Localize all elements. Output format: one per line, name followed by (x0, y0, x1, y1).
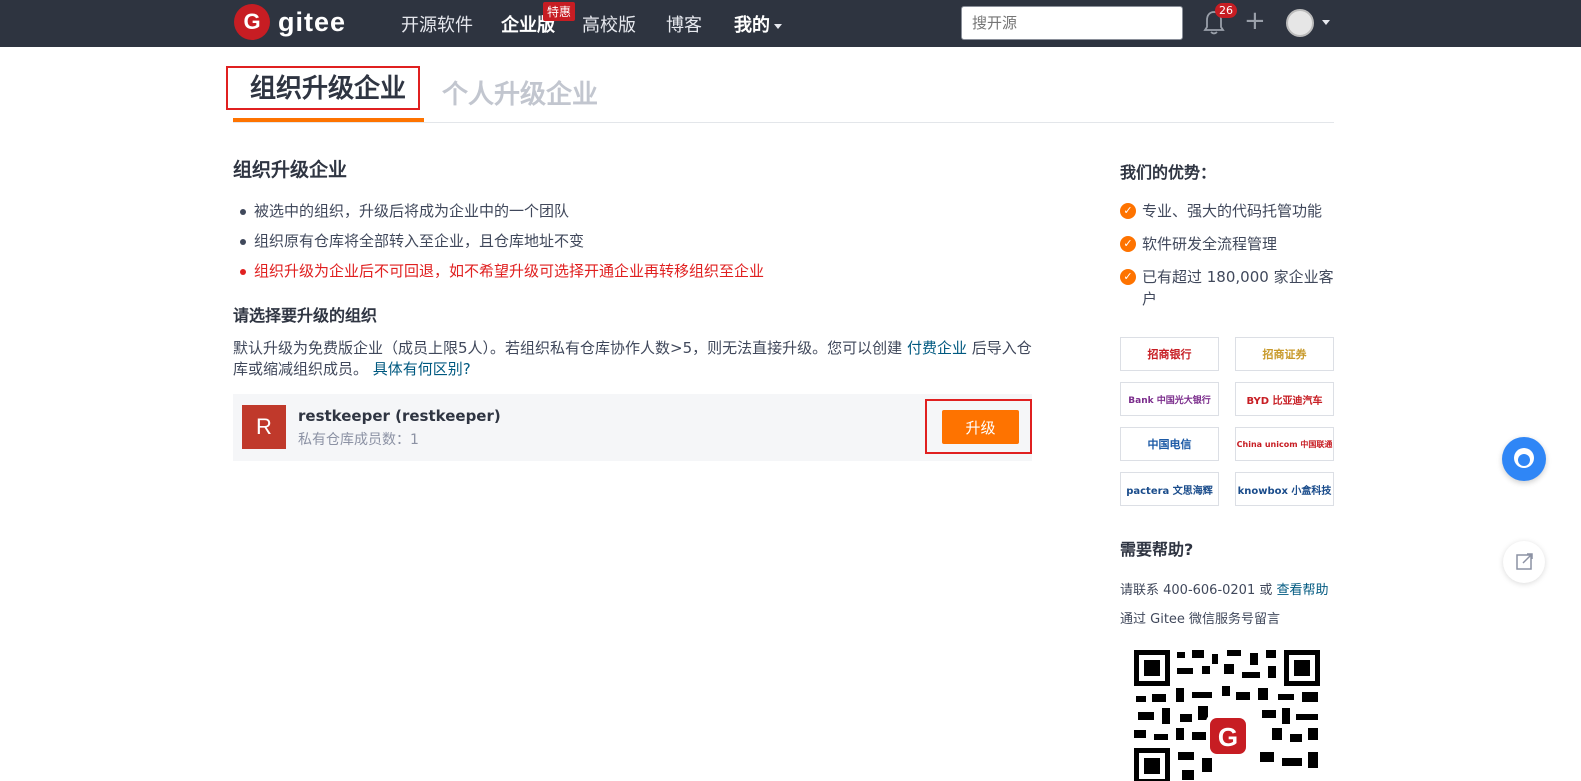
org-member-count: 私有仓库成员数：1 (298, 432, 419, 448)
customer-service-button[interactable] (1502, 437, 1546, 481)
telecom-logo: 中国电信 (1120, 427, 1219, 461)
select-org-title: 请选择要升级的组织 (233, 306, 378, 325)
user-avatar[interactable] (1286, 9, 1314, 37)
svg-text:G: G (1218, 722, 1238, 752)
org-avatar: R (242, 405, 286, 449)
advantage-item: ✓ 软件研发全流程管理 (1120, 233, 1340, 255)
advantages-title: 我们的优势： (1120, 163, 1217, 182)
advantage-item: ✓ 专业、强大的代码托管功能 (1120, 200, 1340, 222)
knowbox-logo: knowbox 小盒科技 (1235, 472, 1334, 506)
org-row: R restkeeper (restkeeper) 私有仓库成员数：1 (233, 394, 1032, 461)
help-title: 需要帮助? (1120, 540, 1194, 559)
advantage-item: ✓ 已有超过 180,000 家企业客户 (1120, 266, 1340, 310)
feedback-button[interactable] (1503, 541, 1545, 583)
nav-blog[interactable]: 博客 (666, 11, 702, 37)
gitee-logo[interactable]: G gitee (234, 4, 346, 40)
nav-mine[interactable]: 我的 (734, 11, 782, 37)
top-navbar: G gitee 开源软件 企业版 特惠 高校版 博客 我的 26 + (0, 0, 1581, 47)
org-name: restkeeper (restkeeper) (298, 407, 501, 425)
unicom-logo: China unicom 中国联通 (1235, 427, 1334, 461)
view-help-link[interactable]: 查看帮助 (1277, 583, 1329, 598)
tab-personal-upgrade[interactable]: 个人升级企业 (442, 74, 598, 111)
chat-bubble-icon (1514, 448, 1534, 468)
gitee-logo-text: gitee (278, 6, 347, 37)
help-wechat: 通过 Gitee 微信服务号留言 (1120, 612, 1281, 627)
hot-deal-badge: 特惠 (543, 2, 576, 21)
nav-education[interactable]: 高校版 (582, 11, 636, 37)
upgrade-button[interactable]: 升级 (942, 410, 1019, 444)
pactera-logo: pactera 文思海辉 (1120, 472, 1219, 506)
edit-share-icon (1516, 553, 1533, 570)
paid-enterprise-link[interactable]: 付费企业 (907, 339, 967, 357)
tab-divider (233, 122, 1334, 123)
plus-icon[interactable]: + (1244, 8, 1266, 34)
byd-logo: BYD 比亚迪汽车 (1235, 382, 1334, 416)
section-title: 组织升级企业 (233, 159, 348, 181)
note-item: 组织原有仓库将全部转入至企业，且仓库地址不变 (238, 230, 764, 260)
check-icon: ✓ (1120, 236, 1136, 252)
help-contact: 请联系 400-606-0201 或 查看帮助 (1120, 583, 1329, 598)
desc-text-1: 默认升级为免费版企业（成员上限5人）。若组织私有仓库协作人数>5，则无法直接升级… (233, 339, 907, 357)
nav-open-source[interactable]: 开源软件 (401, 11, 473, 37)
gitee-logo-icon: G (234, 4, 270, 40)
note-item: 被选中的组织，升级后将成为企业中的一个团队 (238, 200, 764, 230)
cms-logo: 招商证券 (1235, 337, 1334, 371)
ceb-logo: Bank 中国光大银行 (1120, 382, 1219, 416)
upgrade-notes-list: 被选中的组织，升级后将成为企业中的一个团队 组织原有仓库将全部转入至企业，且仓库… (238, 200, 764, 290)
chevron-down-icon (774, 23, 782, 29)
check-icon: ✓ (1120, 203, 1136, 219)
wechat-qr-code: G (1132, 648, 1322, 781)
notification-count-badge: 26 (1215, 3, 1237, 18)
advantages-list: ✓ 专业、强大的代码托管功能 ✓ 软件研发全流程管理 ✓ 已有超过 180,000 家… (1120, 200, 1340, 321)
search-input[interactable] (961, 6, 1183, 40)
warning-note-item: 组织升级为企业后不可回退，如不希望升级可选择开通企业再转移组织至企业 (238, 260, 764, 290)
nav-mine-label: 我的 (734, 15, 770, 36)
upgrade-description: 默认升级为免费版企业（成员上限5人）。若组织私有仓库协作人数>5，则无法直接升级… (233, 338, 1033, 380)
cmb-logo: 招商银行 (1120, 337, 1219, 371)
check-icon: ✓ (1120, 269, 1136, 285)
difference-link[interactable]: 具体有何区别? (373, 360, 471, 378)
avatar-chevron-down-icon[interactable] (1322, 20, 1330, 25)
tab-org-upgrade[interactable]: 组织升级企业 (226, 66, 420, 110)
